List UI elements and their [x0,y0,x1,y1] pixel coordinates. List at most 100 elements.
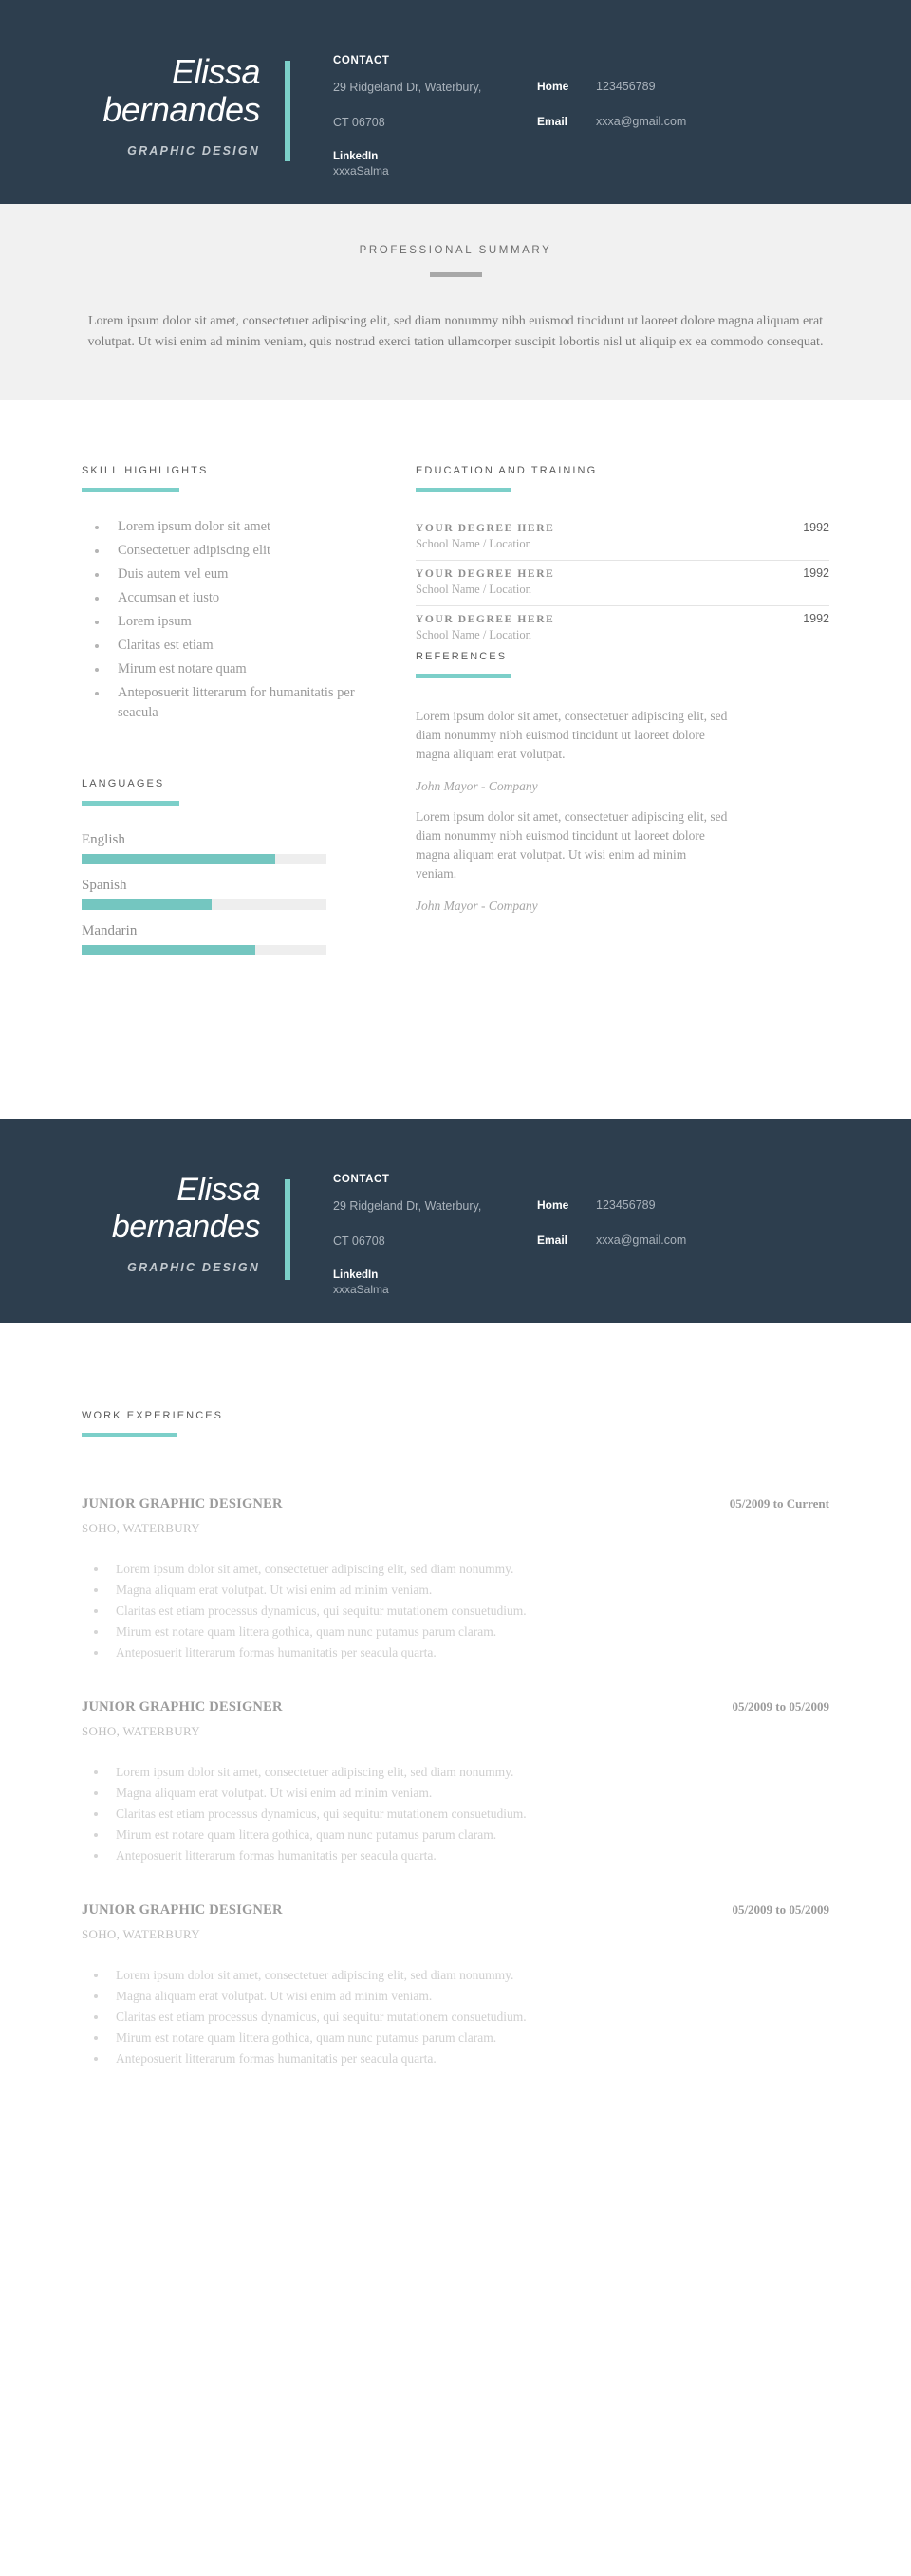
work-underline [82,1433,177,1437]
job-bullet: Mirum est notare quam littera gothica, q… [82,1825,829,1845]
education-degree: YOUR DEGREE HERE [416,568,555,580]
skill-item: Mirum est notare quam [82,659,395,679]
reference-item: Lorem ipsum dolor sit amet, consectetuer… [416,707,829,794]
education-item: YOUR DEGREE HERE 1992 School Name / Locati… [416,561,829,606]
education-school: School Name / Location [416,583,531,596]
language-proficiency-fill [82,899,212,910]
candidate-name: Elissa bernandes [102,51,260,129]
job-bullet-list: Lorem ipsum dolor sit amet, consectetuer… [82,1762,829,1866]
linkedin-value-2[interactable]: xxxaSalma [333,1283,537,1297]
skills-underline [82,488,179,492]
job-bullet: Lorem ipsum dolor sit amet, consectetuer… [82,1762,829,1783]
job-bullet: Anteposuerit litterarum formas humanitat… [82,1642,829,1663]
reference-text: Lorem ipsum dolor sit amet, consectetuer… [416,809,728,880]
references-heading: REFERENCES [416,651,508,662]
language-proficiency-bar [82,899,326,910]
work-experience-item: JUNIOR GRAPHIC DESIGNER 05/2009 to 05/200… [82,1902,829,2069]
job-dates: 05/2009 to 05/2009 [732,1902,829,1917]
summary-heading: PROFESSIONAL SUMMARY [359,245,552,256]
education-list: YOUR DEGREE HERE 1992 School Name / Locati… [416,515,829,651]
language-item: Spanish [82,878,395,910]
contact-heading: CONTACT [333,54,390,66]
address-line-2-b: CT 06708 [333,1233,385,1248]
skill-item: Lorem ipsum [82,612,395,632]
job-bullet: Claritas est etiam processus dynamicus, … [82,1601,829,1622]
language-name: Mandarin [82,923,138,938]
job-bullet: Magna aliquam erat volutpat. Ut wisi eni… [82,1986,829,2007]
summary-underline [429,272,482,277]
email-label: Email [537,114,568,128]
contact-email-row: Email xxxa@gmail.com [537,115,911,128]
work-list: JUNIOR GRAPHIC DESIGNER 05/2009 to Curren… [82,1496,829,2069]
job-bullet: Mirum est notare quam littera gothica, q… [82,1622,829,1642]
job-title: JUNIOR GRAPHIC DESIGNER [82,1699,283,1714]
job-bullet: Lorem ipsum dolor sit amet, consectetuer… [82,1965,829,1986]
home-value-2[interactable]: 123456789 [596,1198,656,1212]
job-bullet: Anteposuerit litterarum formas humanitat… [82,2048,829,2069]
education-heading: EDUCATION AND TRAINING [416,465,598,476]
job-title: JUNIOR GRAPHIC DESIGNER [82,1496,283,1511]
skills-heading: SKILL HIGHLIGHTS [82,465,209,476]
candidate-role: GRAPHIC DESIGN [127,143,260,158]
references-underline [416,674,511,678]
skill-item: Accumsan et iusto [82,588,395,608]
language-name: English [82,832,125,847]
work-experience-item: JUNIOR GRAPHIC DESIGNER 05/2009 to Curren… [82,1496,829,1663]
job-bullet-list: Lorem ipsum dolor sit amet, consectetuer… [82,1965,829,2069]
page-one-bottom-space [82,969,829,1102]
job-dates: 05/2009 to 05/2009 [732,1699,829,1714]
resume-page-two: Elissa bernandes GRAPHIC DESIGN CONTACT … [0,1119,911,2309]
linkedin-value[interactable]: xxxaSalma [333,164,537,178]
resume-header: Elissa bernandes GRAPHIC DESIGN CONTACT … [0,0,911,204]
resume-page-one: Elissa bernandes GRAPHIC DESIGN CONTACT … [0,0,911,1102]
job-dates: 05/2009 to Current [729,1496,829,1510]
candidate-role-2: GRAPHIC DESIGN [127,1260,260,1274]
professional-summary-section: PROFESSIONAL SUMMARY Lorem ipsum dolor s… [0,204,911,400]
language-proficiency-bar [82,854,326,864]
email-value[interactable]: xxxa@gmail.com [596,115,686,128]
skill-item: Lorem ipsum dolor sit amet [82,517,395,537]
language-proficiency-fill [82,854,275,864]
education-school: School Name / Location [416,537,531,550]
contact-email-row-2: Email xxxa@gmail.com [537,1233,911,1247]
contact-heading-2: CONTACT [333,1173,390,1185]
resume-body: SKILL HIGHLIGHTS Lorem ipsum dolor sit a… [0,400,911,1102]
contact-home-row: Home 123456789 [537,80,911,93]
skill-item: Claritas est etiam [82,636,395,656]
contact-address-2: 29 Ridgeland Dr, Waterbury, CT 06708 Lin… [333,1198,537,1297]
job-bullet: Magna aliquam erat volutpat. Ut wisi eni… [82,1580,829,1601]
skill-item: Consectetuer adipiscing elit [82,541,395,561]
contact-block: CONTACT 29 Ridgeland Dr, Waterbury, CT 0… [290,53,911,178]
references-section: REFERENCES Lorem ipsum dolor sit amet, c… [416,651,829,914]
reference-author: John Mayor - Company [416,899,538,913]
candidate-name-2: Elissa bernandes [111,1171,261,1245]
languages-heading: LANGUAGES [82,778,165,789]
identity-block-2: Elissa bernandes GRAPHIC DESIGN [0,1172,285,1274]
job-bullet: Lorem ipsum dolor sit amet, consectetuer… [82,1559,829,1580]
home-label-2: Home [537,1197,569,1212]
education-section: EDUCATION AND TRAINING YOUR DEGREE HERE 1… [416,465,829,651]
skill-item: Anteposuerit litterarum for humanitatis … [82,683,395,723]
languages-underline [82,801,179,806]
home-label: Home [537,79,569,93]
email-label-2: Email [537,1232,568,1247]
job-location: SOHO, WATERBURY [82,1724,200,1738]
language-proficiency-fill [82,945,256,955]
reference-text: Lorem ipsum dolor sit amet, consectetuer… [416,709,728,761]
job-bullet: Claritas est etiam processus dynamicus, … [82,1804,829,1825]
job-bullet: Mirum est notare quam littera gothica, q… [82,2028,829,2048]
contact-block-2: CONTACT 29 Ridgeland Dr, Waterbury, CT 0… [290,1172,911,1297]
work-experiences-section: WORK EXPERIENCES JUNIOR GRAPHIC DESIGNER… [0,1323,911,2309]
skill-item: Duis autem vel eum [82,565,395,584]
page-two-bottom-space [82,2105,829,2309]
email-value-2[interactable]: xxxa@gmail.com [596,1233,686,1247]
education-degree: YOUR DEGREE HERE [416,523,555,534]
education-item: YOUR DEGREE HERE 1992 School Name / Locati… [416,606,829,651]
job-bullet: Magna aliquam erat volutpat. Ut wisi eni… [82,1783,829,1804]
right-column: EDUCATION AND TRAINING YOUR DEGREE HERE 1… [395,465,829,927]
contact-home-row-2: Home 123456789 [537,1198,911,1212]
job-location: SOHO, WATERBURY [82,1521,200,1535]
language-item: Mandarin [82,923,395,955]
home-value[interactable]: 123456789 [596,80,656,93]
skills-section: SKILL HIGHLIGHTS Lorem ipsum dolor sit a… [82,465,395,723]
